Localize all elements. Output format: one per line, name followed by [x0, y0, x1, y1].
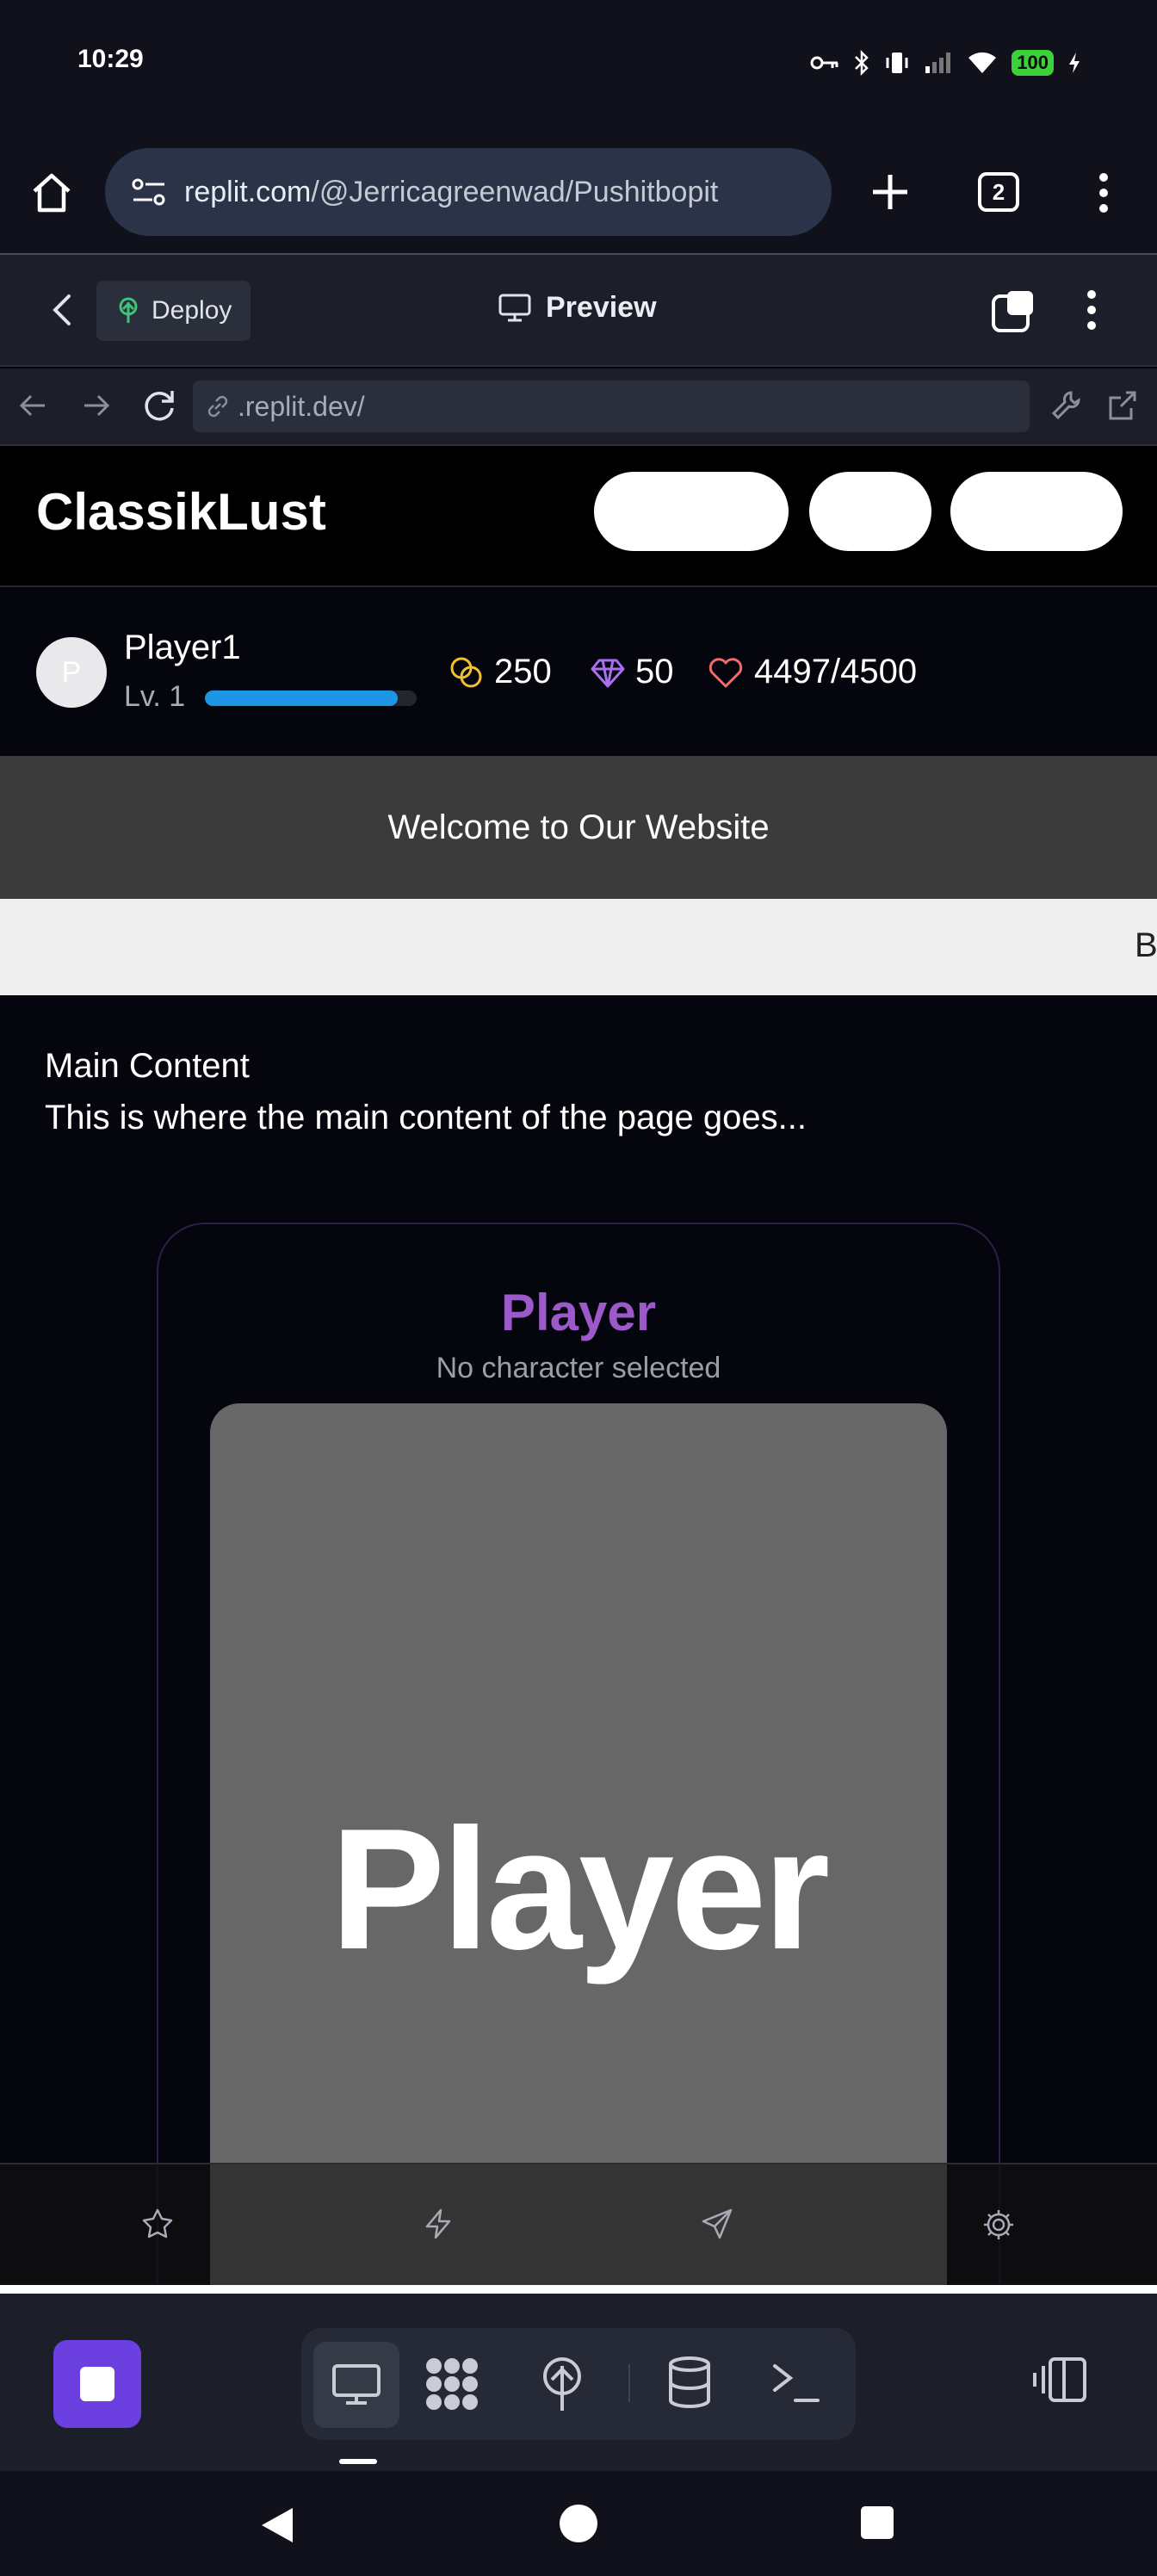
more-vert-icon[interactable]: [1083, 288, 1100, 332]
home-circle-icon[interactable]: [560, 2505, 597, 2542]
xp-progress-bar: [205, 690, 417, 706]
main-content-description: This is where the main content of the pa…: [45, 1099, 807, 1136]
url-text: replit.com/@Jerricagreenwad/Pushitbopit: [184, 176, 718, 209]
arrow-right-icon[interactable]: [81, 391, 110, 420]
site-settings-icon[interactable]: [131, 176, 167, 207]
main-content-title: Main Content: [45, 1047, 250, 1085]
status-time: 10:29: [77, 45, 144, 73]
nav-button-1[interactable]: [594, 472, 789, 551]
chevron-left-icon[interactable]: [50, 293, 74, 327]
battery-indicator: 100: [1012, 50, 1054, 76]
deploy-label: Deploy: [152, 296, 232, 325]
wrench-icon[interactable]: [1050, 389, 1081, 422]
gear-icon[interactable]: [981, 2208, 1016, 2242]
preview-label: Preview: [546, 291, 657, 324]
deploy-icon: [115, 297, 141, 325]
panels-icon[interactable]: [1031, 2356, 1088, 2404]
gems-stat: 50: [591, 653, 674, 691]
avatar[interactable]: P: [36, 637, 107, 708]
bottom-nav-overlay: [210, 2164, 947, 2285]
divider: [628, 2364, 630, 2402]
link-icon: [205, 393, 231, 419]
heart-icon: [708, 655, 744, 690]
coins-value: 250: [494, 653, 552, 690]
health-value: 4497/4500: [754, 653, 918, 690]
divider: [0, 2285, 1157, 2294]
coins-stat: 250: [449, 653, 552, 691]
bolt-icon[interactable]: [422, 2208, 455, 2240]
more-vert-icon[interactable]: [1090, 170, 1117, 215]
charging-icon: [1067, 51, 1081, 75]
stop-button[interactable]: [53, 2340, 141, 2428]
star-icon[interactable]: [141, 2208, 174, 2240]
player-name: Player1: [124, 629, 241, 666]
gems-value: 50: [635, 653, 674, 690]
webview-url-field[interactable]: .replit.dev/: [193, 381, 1030, 432]
card-subtitle: No character selected: [436, 1352, 721, 1384]
site-logo[interactable]: ClassikLust: [36, 482, 326, 542]
marquee-bar: [0, 899, 1157, 995]
bluetooth-icon: [853, 50, 870, 76]
marquee-text: B: [1135, 926, 1157, 964]
vibrate-icon: [884, 51, 910, 75]
address-bar[interactable]: replit.com/@Jerricagreenwad/Pushitbopit: [105, 148, 832, 236]
recents-square-icon[interactable]: [861, 2506, 894, 2539]
health-stat: 4497/4500: [708, 653, 917, 691]
key-icon: [810, 53, 839, 72]
arrow-left-icon[interactable]: [19, 391, 48, 420]
player-level: Lv. 1: [124, 680, 186, 713]
database-icon[interactable]: [666, 2356, 713, 2409]
back-triangle-icon[interactable]: [258, 2505, 296, 2545]
webview-url-text: .replit.dev/: [238, 390, 365, 422]
home-icon[interactable]: [29, 170, 74, 215]
plus-icon[interactable]: [866, 168, 914, 216]
reload-icon[interactable]: [141, 387, 177, 424]
deploy-icon[interactable]: [539, 2356, 585, 2412]
character-image-text: Player: [330, 1793, 831, 1985]
status-icons: 100: [810, 50, 1081, 76]
wifi-icon: [967, 51, 998, 75]
windows-icon[interactable]: [990, 288, 1036, 334]
active-indicator: [339, 2459, 377, 2464]
nav-button-2[interactable]: [809, 472, 931, 551]
monitor-icon[interactable]: [313, 2342, 399, 2428]
workflows-icon[interactable]: [424, 2356, 480, 2412]
send-icon[interactable]: [701, 2208, 733, 2240]
external-link-icon[interactable]: [1107, 389, 1138, 422]
welcome-banner: Welcome to Our Website: [0, 756, 1157, 899]
gem-icon: [591, 655, 625, 690]
url-path: /@Jerricagreenwad/Pushitbopit: [311, 175, 719, 208]
card-title: Player: [500, 1284, 657, 1341]
nav-button-3[interactable]: [950, 472, 1123, 551]
signal-icon: [924, 51, 953, 75]
xp-progress-fill: [205, 690, 398, 706]
preview-tab[interactable]: Preview: [498, 291, 657, 325]
url-host: replit.com: [184, 175, 312, 208]
tab-switcher-button[interactable]: 2: [978, 172, 1019, 212]
coins-icon: [449, 655, 484, 690]
terminal-icon[interactable]: [770, 2359, 821, 2407]
deploy-button[interactable]: Deploy: [96, 281, 251, 341]
stop-icon: [80, 2367, 114, 2401]
player-status-bar: [0, 589, 1157, 756]
monitor-icon: [498, 293, 532, 324]
